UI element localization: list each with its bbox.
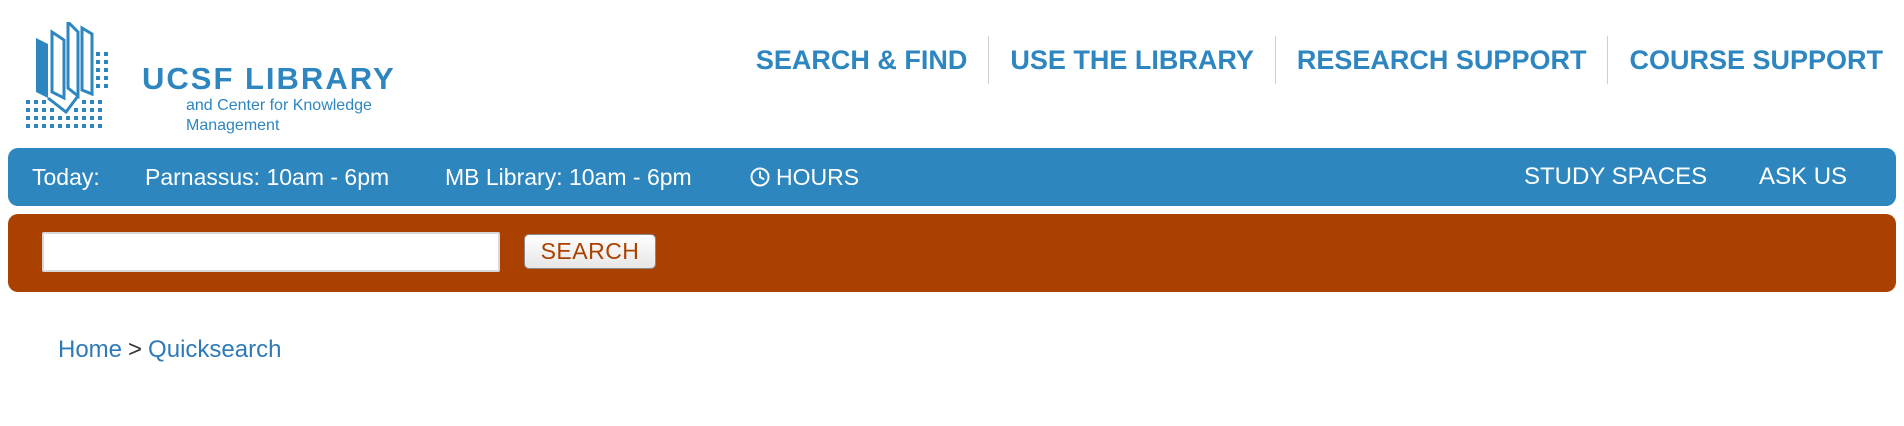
today-label: Today: (32, 164, 100, 190)
ucsf-library-logo[interactable]: UCSF LIBRARY and Center for Knowledge Ma… (26, 22, 466, 134)
nav-use-the-library[interactable]: USE THE LIBRARY (989, 36, 1275, 84)
hours-bar: Today: Parnassus: 10am - 6pm MB Library:… (8, 148, 1896, 206)
parnassus-hours: Parnassus: 10am - 6pm (145, 164, 390, 190)
mb-library-hours: MB Library: 10am - 6pm (445, 164, 692, 190)
nav-research-support[interactable]: RESEARCH SUPPORT (1276, 36, 1608, 84)
ask-us-link[interactable]: ASK US (1759, 148, 1847, 206)
search-bar: SEARCH (8, 214, 1896, 292)
library-books-logo-icon (26, 22, 108, 128)
nav-course-support[interactable]: COURSE SUPPORT (1608, 36, 1904, 84)
breadcrumb: Home > Quicksearch (58, 336, 281, 364)
search-input[interactable] (42, 232, 500, 272)
breadcrumb-home-link[interactable]: Home (58, 336, 122, 363)
study-spaces-link[interactable]: STUDY SPACES (1524, 148, 1707, 206)
hours-link[interactable]: HOURS (750, 148, 859, 206)
search-button[interactable]: SEARCH (524, 234, 656, 269)
hours-link-label: HOURS (776, 164, 860, 190)
breadcrumb-separator: > (128, 336, 143, 363)
breadcrumb-quicksearch-link[interactable]: Quicksearch (148, 336, 281, 363)
nav-search-and-find[interactable]: SEARCH & FIND (735, 36, 989, 84)
clock-icon (750, 167, 770, 187)
main-navigation: SEARCH & FIND USE THE LIBRARY RESEARCH S… (735, 36, 1904, 84)
logo-title: UCSF LIBRARY (142, 61, 396, 96)
logo-text: UCSF LIBRARY and Center for Knowledge Ma… (142, 62, 466, 136)
site-header: UCSF LIBRARY and Center for Knowledge Ma… (0, 0, 1904, 140)
logo-subtitle: and Center for Knowledge Management (186, 97, 372, 134)
